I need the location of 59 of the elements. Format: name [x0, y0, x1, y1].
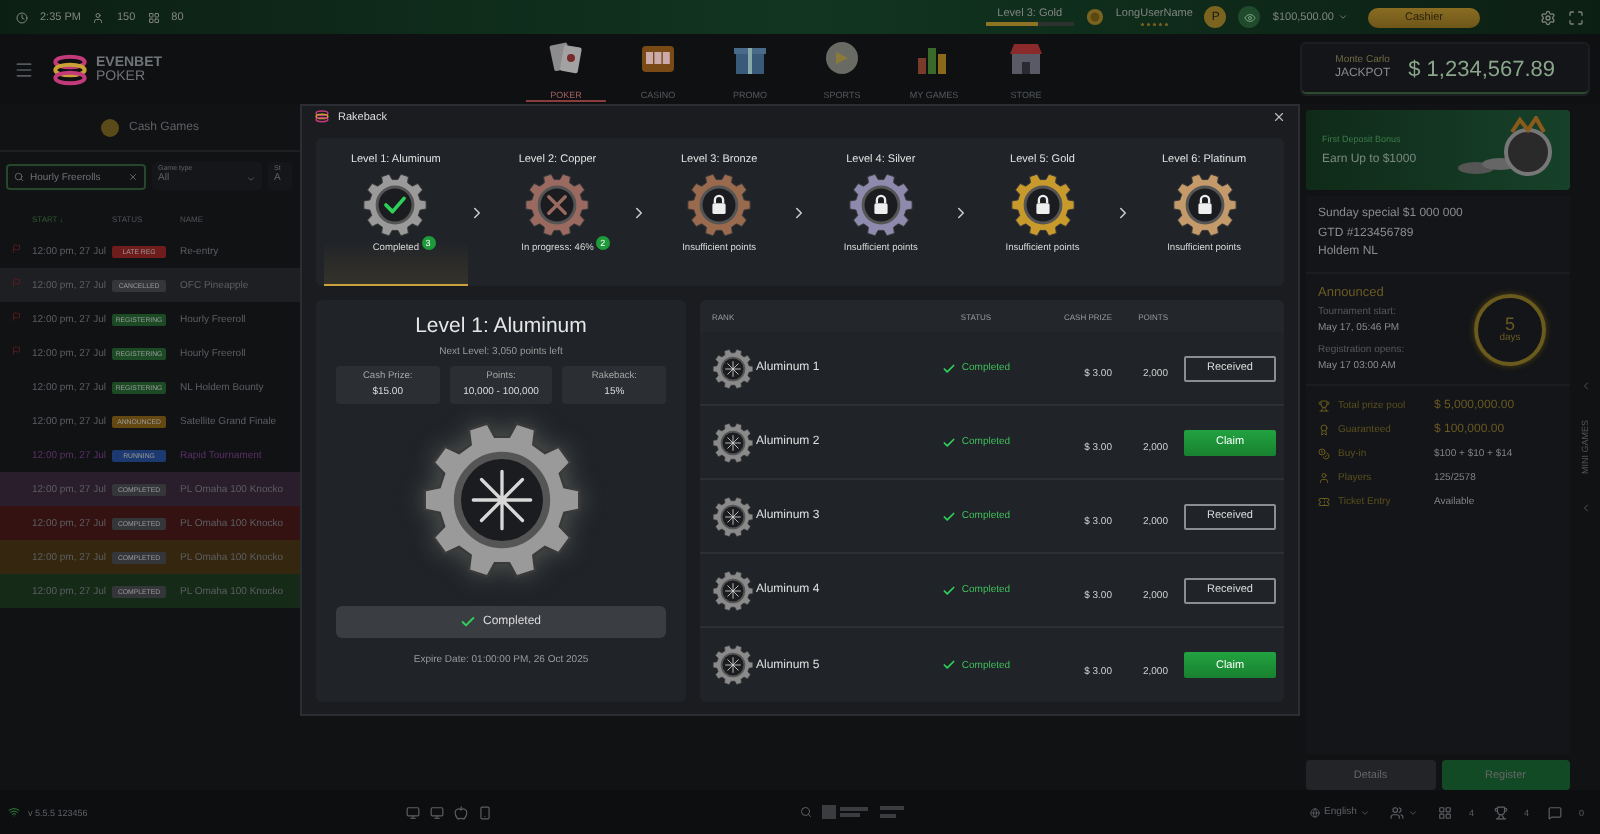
- caret-icon: [246, 173, 256, 183]
- caret-icon: [1408, 807, 1419, 817]
- rakeback-icon: [314, 110, 330, 124]
- medal-icon: [712, 644, 754, 686]
- close-button[interactable]: [1272, 110, 1286, 124]
- check-icon: [941, 658, 956, 672]
- user-icon: [1318, 471, 1330, 484]
- slot-machine-icon: [638, 40, 678, 76]
- coin-icon: [100, 118, 121, 138]
- countdown-value: 5: [1504, 315, 1515, 334]
- check-icon: [941, 361, 956, 375]
- logo-icon: [50, 53, 90, 85]
- check-icon: [941, 435, 956, 449]
- medal-icon: [712, 347, 754, 389]
- certification-logo-icon: [821, 804, 870, 820]
- cards-icon: [546, 40, 586, 76]
- apple-icon[interactable]: [453, 805, 468, 819]
- shop-icon: [1006, 40, 1046, 76]
- chevron-icon[interactable]: [1579, 502, 1591, 514]
- fullscreen-icon[interactable]: [1568, 9, 1584, 25]
- monitor-icon[interactable]: [405, 805, 420, 819]
- chat-icon[interactable]: [1548, 805, 1563, 819]
- check-icon: [941, 583, 956, 597]
- menu-icon[interactable]: [14, 59, 34, 79]
- search-icon: [14, 172, 24, 182]
- flag-icon: [12, 278, 21, 288]
- flag-icon: [12, 312, 21, 322]
- check-icon: [941, 509, 956, 523]
- flag-icon: [12, 244, 21, 254]
- grid-icon[interactable]: [1438, 805, 1453, 819]
- medal-icon: [712, 495, 754, 537]
- medal-icon: [712, 421, 754, 463]
- certification-logo-icon: [879, 804, 904, 820]
- trophy-icon: [1318, 399, 1330, 412]
- users-dropdown[interactable]: [1390, 805, 1419, 819]
- flag-icon: [12, 346, 21, 356]
- level-title: Level 1: Aluminum: [415, 314, 587, 338]
- clock-icon: [16, 11, 28, 23]
- jackpot-amount: $ 1,234,567.89: [1408, 57, 1556, 81]
- caret-icon: [1338, 12, 1348, 22]
- search-icon[interactable]: [799, 806, 812, 818]
- wifi-icon: [8, 806, 20, 818]
- medal-icon: [712, 569, 754, 611]
- user-icon: [92, 11, 105, 23]
- settings-icon[interactable]: [1540, 9, 1556, 25]
- monitor-icon[interactable]: [429, 805, 444, 819]
- coins-icon: [1318, 447, 1330, 460]
- eye-icon[interactable]: [1238, 6, 1261, 28]
- users-icon: [1390, 805, 1405, 819]
- coin-icon: [1085, 8, 1104, 26]
- globe-icon: [1310, 807, 1321, 817]
- trophy-icon[interactable]: [1493, 805, 1508, 819]
- ticket-icon: [1318, 495, 1330, 508]
- ball-icon: [822, 40, 862, 76]
- caret-icon: [1360, 807, 1371, 817]
- phone-icon[interactable]: [477, 805, 492, 819]
- chevron-icon[interactable]: [1579, 379, 1591, 392]
- award-icon: [1318, 423, 1330, 436]
- grid-icon: [147, 11, 160, 23]
